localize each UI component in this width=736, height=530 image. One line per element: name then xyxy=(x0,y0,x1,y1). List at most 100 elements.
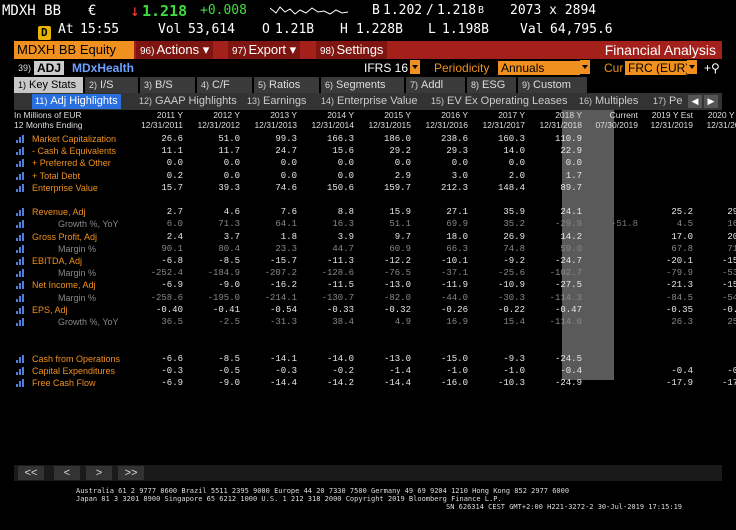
security-field[interactable]: MDXH BB Equity xyxy=(14,41,134,59)
ifrs-dropdown-icon[interactable] xyxy=(410,60,420,74)
bar-chart-icon[interactable] xyxy=(16,171,25,180)
bar-chart-icon[interactable] xyxy=(16,269,25,278)
export-button[interactable]: 97) Export ▾ xyxy=(228,41,301,59)
table-cell: -0.4 xyxy=(727,365,736,376)
bar-chart-icon[interactable] xyxy=(16,281,25,290)
tab-income-statement[interactable]: 2) I/S xyxy=(85,77,139,93)
table-row[interactable]: Revenue, Adj 2.7 4.6 7.6 8.8 15.9 27.1 35.9 24.1… xyxy=(14,206,736,218)
tab-balance-sheet[interactable]: 3) B/S xyxy=(140,77,196,93)
settings-button[interactable]: 98) Settings xyxy=(316,41,388,59)
table-cell: 51.0 xyxy=(218,134,240,144)
row-label: Margin % xyxy=(58,292,97,303)
periodicity-select[interactable]: Annuals xyxy=(498,61,580,75)
table-row[interactable]: Enterprise Value 15.7 39.3 74.6 150.6 159.7 21… xyxy=(14,182,722,194)
table-cell: 17.0 xyxy=(671,231,693,242)
next-page-button[interactable]: > xyxy=(86,466,112,480)
periodicity-dropdown-icon[interactable] xyxy=(580,60,590,74)
last-page-button[interactable]: >> xyxy=(118,466,144,480)
table-cell: 25.2 xyxy=(671,207,693,218)
previous-page-button[interactable]: < xyxy=(54,466,80,480)
table-cell: -9.2 xyxy=(503,256,525,266)
subtab-enterprise-value[interactable]: 14) Enterprise Value xyxy=(318,94,421,109)
table-cell: 35.2 xyxy=(503,219,525,230)
subtab-ev-ex-operating-leases[interactable]: 15) EV Ex Operating Leases xyxy=(428,94,570,109)
table-row[interactable]: Capital Expenditures -0.3 -0.5 -0.3 -0.2 -1.4… xyxy=(14,365,736,377)
table-cell: -17.6 xyxy=(721,378,736,388)
table-row[interactable]: + Total Debt 0.2 0.0 0.0 0.0 2.9 3.0 2.0 1.7 1.7 xyxy=(14,170,722,182)
first-page-button[interactable]: << xyxy=(18,466,44,480)
currency-dropdown-icon[interactable] xyxy=(687,60,697,74)
bar-chart-icon[interactable] xyxy=(16,293,25,302)
currency-select[interactable]: FRC (EUR) xyxy=(625,61,689,75)
quote-ticker[interactable]: MDXH BB xyxy=(2,3,61,19)
bar-chart-icon[interactable] xyxy=(16,366,25,375)
table-row[interactable]: EPS, Adj -0.40 -0.41 -0.54 -0.33 -0.32 -0.26 -0… xyxy=(14,304,736,316)
table-cell: 0.2 xyxy=(166,170,183,181)
subtab-number: 11) xyxy=(35,96,48,106)
table-row[interactable]: Free Cash Flow -6.9 -9.0 -14.4 -14.2 -14.4 -16… xyxy=(14,377,736,389)
table-row[interactable] xyxy=(14,194,722,206)
table-row[interactable]: EBITDA, Adj -6.8 -8.5 -15.7 -11.3 -12.2 -10.1 -… xyxy=(14,255,736,267)
table-row[interactable] xyxy=(14,340,722,352)
tab-cash-flow[interactable]: 4) C/F xyxy=(197,77,253,93)
bar-chart-icon[interactable] xyxy=(16,147,25,156)
bar-chart-icon[interactable] xyxy=(16,135,25,143)
table-row[interactable]: + Preferred & Other 0.0 0.0 0.0 0.0 0.0 0.0 0.0… xyxy=(14,157,722,169)
tab-label: ESG xyxy=(482,79,506,91)
table-cell: 66.3 xyxy=(446,243,468,254)
adj-toggle[interactable]: ADJ xyxy=(34,61,65,75)
table-row[interactable]: Margin % -252.4 -184.9 -207.2 -128.6 -76.5 -37… xyxy=(14,267,736,279)
tab-custom[interactable]: 9) Custom xyxy=(518,77,588,93)
bar-chart-icon[interactable] xyxy=(16,244,25,253)
bar-chart-icon[interactable] xyxy=(16,305,25,314)
table-row[interactable]: Growth %, YoY 6.0 71.3 64.1 16.3 51.1 69.9 35.2… xyxy=(14,218,736,230)
bar-chart-icon[interactable] xyxy=(16,354,25,363)
subtab-pe[interactable]: 17) Pe xyxy=(650,94,684,109)
table-cell: -14.0 xyxy=(326,353,354,364)
table-cell: 159.7 xyxy=(383,182,411,193)
add-search-icon[interactable]: +⚲ xyxy=(704,60,720,76)
column-header-date: 12/31/2019 xyxy=(650,120,693,130)
main-tabs: 1) Key Stats 2) I/S 3) B/S 4) C/F 5) Ratios 6… xyxy=(14,77,722,93)
bar-chart-icon[interactable] xyxy=(16,232,25,241)
subtab-gaap-highlights[interactable]: 12) GAAP Highlights xyxy=(136,94,240,109)
row-label: Growth %, YoY xyxy=(58,219,119,230)
table-row[interactable] xyxy=(14,328,722,340)
bar-chart-icon[interactable] xyxy=(16,318,25,326)
subtab-earnings[interactable]: 13) Earnings xyxy=(244,94,309,109)
table-cell: -9.3 xyxy=(503,353,525,364)
column-header-date: 12/31/2012 xyxy=(197,120,240,130)
table-cell: -12.2 xyxy=(383,256,411,266)
table-cell: 166.3 xyxy=(326,134,354,144)
table-cell: -14.2 xyxy=(326,378,354,388)
tabs-scroll-left-icon[interactable]: ◀ xyxy=(688,95,702,108)
tab-key-stats[interactable]: 1) Key Stats xyxy=(14,77,84,93)
subtab-multiples[interactable]: 16) Multiples xyxy=(576,94,641,109)
table-row[interactable]: Margin % 90.1 80.4 23.3 44.7 60.9 66.3 74.8 59.0… xyxy=(14,243,736,255)
column-header-label: 2017 Y xyxy=(498,110,525,120)
tab-addl[interactable]: 7) Addl xyxy=(406,77,466,93)
table-row[interactable]: Gross Profit, Adj 2.4 3.7 1.8 3.9 9.7 18.0 26.9… xyxy=(14,231,736,243)
bar-chart-icon[interactable] xyxy=(16,159,25,168)
table-row[interactable]: Growth %, YoY 36.5 -2.5 -31.3 38.4 4.9 16.9 15.… xyxy=(14,316,736,328)
bar-chart-icon[interactable] xyxy=(16,183,25,192)
bar-chart-icon[interactable] xyxy=(16,208,25,217)
bar-chart-icon[interactable] xyxy=(16,379,25,387)
tab-ratios[interactable]: 5) Ratios xyxy=(254,77,320,93)
tabs-scroll-right-icon[interactable]: ▶ xyxy=(704,95,718,108)
tab-esg[interactable]: 8) ESG xyxy=(467,77,517,93)
table-row[interactable]: Net Income, Adj -6.9 -9.0 -16.2 -11.5 -13.0 -1… xyxy=(14,279,736,291)
tab-number: 8) xyxy=(471,80,480,90)
table-row[interactable]: - Cash & Equivalents 11.1 11.7 24.7 15.6 29.2… xyxy=(14,145,722,157)
bar-chart-icon[interactable] xyxy=(16,220,25,229)
subtab-adj-highlights[interactable]: 11) Adj Highlights xyxy=(32,94,121,109)
tab-segments[interactable]: 6) Segments xyxy=(321,77,405,93)
table-cell: -76.5 xyxy=(383,268,411,279)
actions-button[interactable]: 96) Actions ▾ xyxy=(136,41,214,59)
bar-chart-icon[interactable] xyxy=(16,257,25,265)
tab-number: 2) xyxy=(89,80,98,90)
footer-phones-line1: Australia 61 2 9777 8600 Brazil 5511 239… xyxy=(76,487,570,495)
table-row[interactable]: Margin % -258.6 -195.0 -214.1 -130.7 -82.0 -44… xyxy=(14,292,736,304)
table-row[interactable]: Cash from Operations -6.6 -8.5 -14.1 -14.0 -1… xyxy=(14,353,722,365)
table-row[interactable]: Market Capitalization 26.6 51.0 99.3 166.3 18… xyxy=(14,133,722,145)
